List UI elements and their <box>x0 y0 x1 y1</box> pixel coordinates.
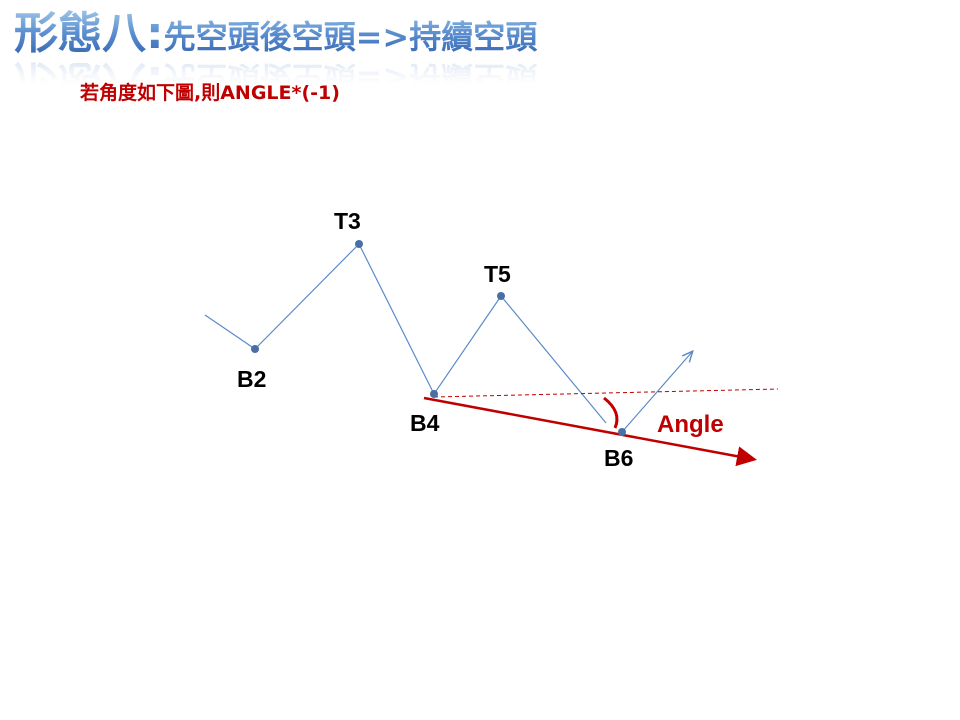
price-path-line <box>204 242 607 424</box>
point-b4 <box>430 390 438 398</box>
point-t5 <box>497 292 505 300</box>
angle-label: Angle <box>657 411 724 438</box>
label-b6: B6 <box>604 445 633 471</box>
b4-reference-dashed-line <box>433 388 779 398</box>
label-b4: B4 <box>410 410 440 436</box>
pattern-diagram: T3 T5 B2 B4 B6 Angle <box>204 208 779 471</box>
label-t5: T5 <box>484 261 511 287</box>
label-t3: T3 <box>334 208 361 234</box>
angle-arc <box>603 396 619 429</box>
point-b6 <box>618 428 626 436</box>
point-t3 <box>355 240 363 248</box>
point-b2 <box>251 345 259 353</box>
label-b2: B2 <box>237 366 266 392</box>
